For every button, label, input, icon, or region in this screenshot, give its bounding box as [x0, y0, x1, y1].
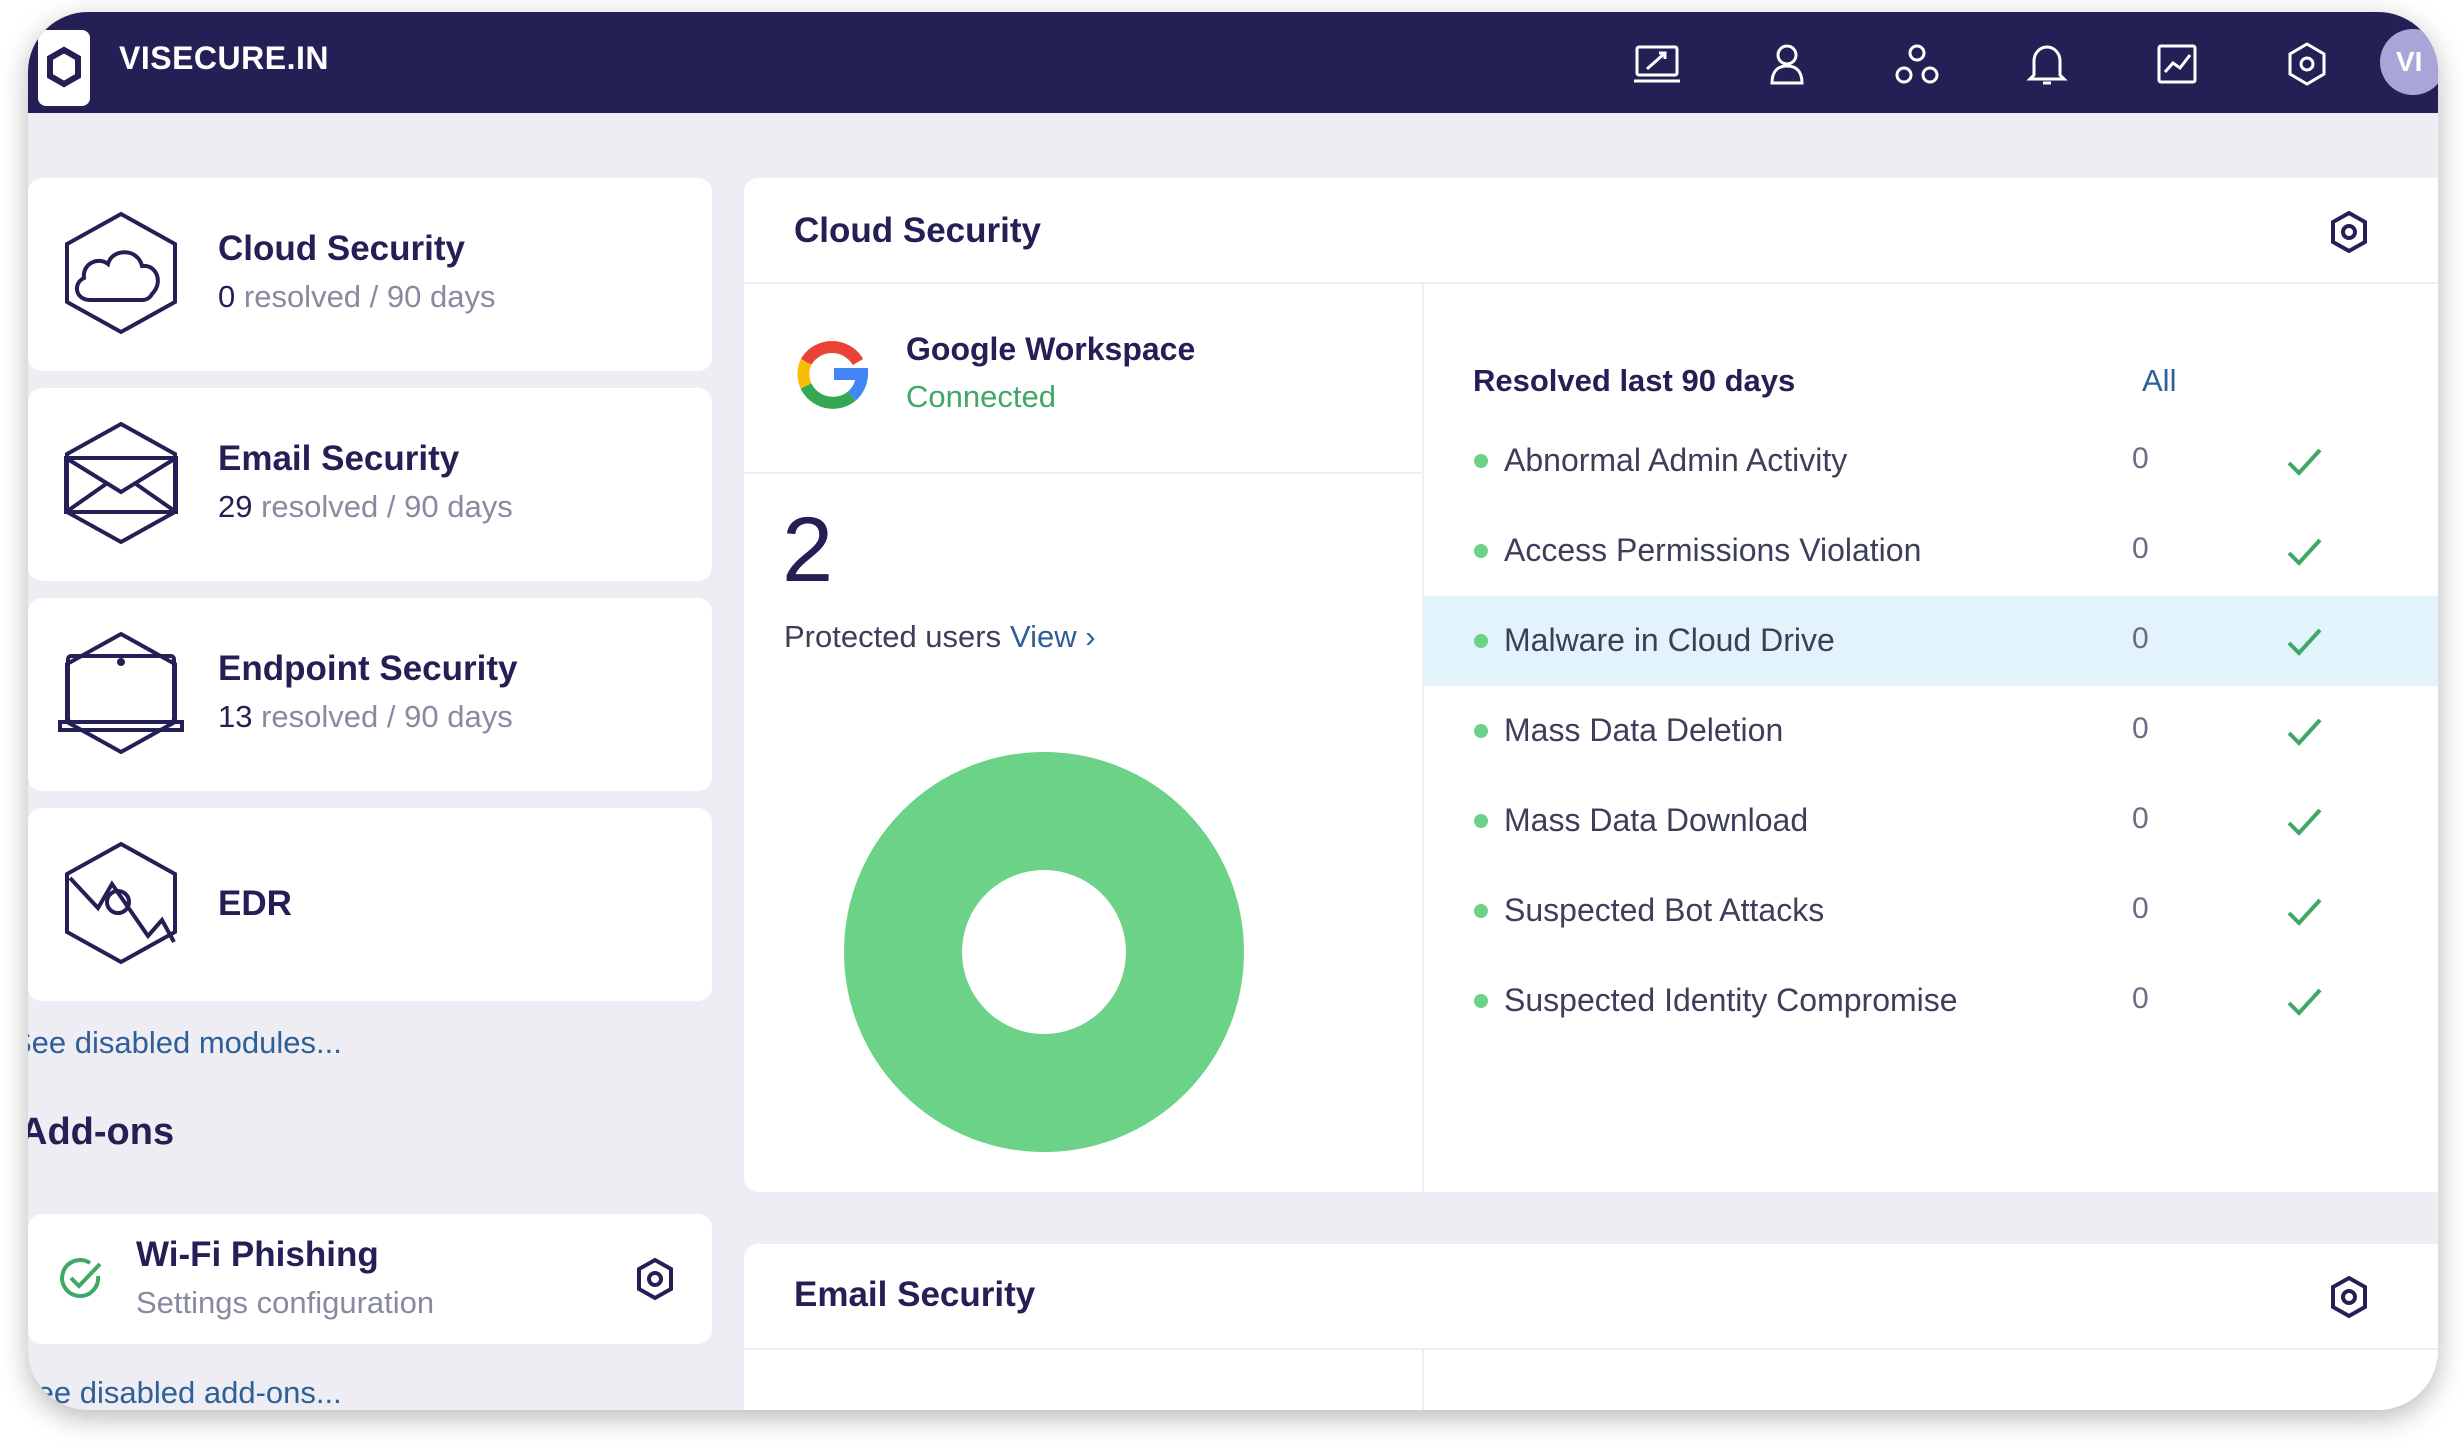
- protected-users-count: 2: [782, 499, 834, 601]
- incident-count: 0: [2132, 982, 2149, 1015]
- protected-users-donut-chart: [844, 752, 1244, 1152]
- google-logo-icon: [797, 340, 868, 409]
- checkmark-icon: [2287, 448, 2322, 476]
- addon-card-wifi-phishing[interactable]: Wi-Fi Phishing Settings configuration: [28, 1214, 712, 1344]
- brand-logo-icon: [38, 30, 90, 106]
- incident-row[interactable]: Access Permissions Violation 0: [1424, 506, 2438, 596]
- incident-count: 0: [2132, 442, 2149, 475]
- envelope-icon: [64, 421, 178, 545]
- check-circle-icon: [60, 1258, 102, 1299]
- incident-label: Suspected Identity Compromise: [1504, 982, 1958, 1018]
- checkmark-icon: [2287, 988, 2322, 1016]
- module-card-edr[interactable]: EDR: [28, 808, 712, 1001]
- top-navigation-bar: VISECURE.IN VI: [28, 12, 2438, 113]
- incident-label: Malware in Cloud Drive: [1504, 622, 1835, 658]
- view-protected-users-link[interactable]: View ›: [1010, 618, 1096, 655]
- incident-count: 0: [2132, 712, 2149, 745]
- all-link[interactable]: All: [2142, 362, 2176, 399]
- incident-row[interactable]: Abnormal Admin Activity 0: [1424, 416, 2438, 506]
- incident-label: Mass Data Download: [1504, 802, 1809, 838]
- protected-users-label: Protected users: [784, 619, 1002, 654]
- checkmark-icon: [2287, 628, 2322, 656]
- cloud-icon: [65, 211, 177, 335]
- panel-title: Cloud Security: [794, 211, 1041, 250]
- incident-row[interactable]: Mass Data Deletion 0: [1424, 686, 2438, 776]
- monitor-icon[interactable]: [1632, 39, 1682, 89]
- module-title: Endpoint Security: [218, 649, 518, 688]
- incident-label: Mass Data Deletion: [1504, 712, 1784, 748]
- status-dot: [1474, 994, 1488, 1008]
- incident-count: 0: [2132, 892, 2149, 925]
- module-title: EDR: [218, 884, 292, 923]
- settings-icon[interactable]: [2282, 39, 2332, 89]
- user-icon[interactable]: [1762, 39, 1812, 89]
- incident-label: Suspected Bot Attacks: [1504, 892, 1825, 928]
- see-disabled-addons-link[interactable]: See disabled add-ons...: [28, 1374, 342, 1410]
- checkmark-icon: [2287, 898, 2322, 926]
- resolved-incident-list: Abnormal Admin Activity 0 Access Permiss…: [1424, 416, 2438, 1056]
- laptop-icon: [58, 631, 184, 755]
- incident-row[interactable]: Mass Data Download 0: [1424, 776, 2438, 866]
- status-dot: [1474, 814, 1488, 828]
- module-card-cloud-security[interactable]: Cloud Security 0 resolved / 90 days: [28, 178, 712, 371]
- status-dot: [1474, 544, 1488, 558]
- addon-subtitle: Settings configuration: [136, 1285, 435, 1320]
- incident-count: 0: [2132, 622, 2149, 655]
- panel-settings-icon[interactable]: [2326, 1274, 2372, 1320]
- incident-label: Access Permissions Violation: [1504, 532, 1922, 568]
- incident-row[interactable]: Suspected Bot Attacks 0: [1424, 866, 2438, 956]
- module-title: Email Security: [218, 439, 460, 478]
- group-icon[interactable]: [1892, 39, 1942, 89]
- addon-title: Wi-Fi Phishing: [136, 1235, 379, 1274]
- addons-heading: Add-ons: [28, 1111, 175, 1153]
- analytics-icon[interactable]: [2152, 39, 2202, 89]
- status-dot: [1474, 634, 1488, 648]
- integration-divider: [744, 472, 1422, 474]
- app-window: VISECURE.IN VI Cloud Security 0 resolved…: [28, 12, 2438, 1410]
- module-resolved-stat: 29 resolved / 90 days: [218, 489, 513, 524]
- user-avatar[interactable]: VI: [2380, 29, 2438, 95]
- panel-divider: [744, 282, 2438, 284]
- module-title: Cloud Security: [218, 229, 465, 268]
- cloud-security-panel: Cloud Security Google Workspace Connecte…: [744, 178, 2438, 1192]
- incident-label: Abnormal Admin Activity: [1504, 442, 1848, 478]
- see-disabled-modules-link[interactable]: See disabled modules...: [28, 1024, 342, 1061]
- checkmark-icon: [2287, 718, 2322, 746]
- incident-row[interactable]: Suspected Identity Compromise 0: [1424, 956, 2438, 1046]
- bell-icon[interactable]: [2022, 39, 2072, 89]
- module-card-endpoint-security[interactable]: Endpoint Security 13 resolved / 90 days: [28, 598, 712, 791]
- checkmark-icon: [2287, 538, 2322, 566]
- incident-count: 0: [2132, 802, 2149, 835]
- incident-row-highlighted[interactable]: Malware in Cloud Drive 0: [1424, 596, 2438, 686]
- resolved-header: Resolved last 90 days: [1473, 363, 1796, 398]
- addon-settings-icon[interactable]: [632, 1256, 678, 1302]
- panel-divider: [744, 1348, 2438, 1350]
- panel-column-divider: [1422, 1348, 1424, 1410]
- module-resolved-stat: 0 resolved / 90 days: [218, 279, 496, 314]
- checkmark-icon: [2287, 808, 2322, 836]
- email-security-panel: Email Security: [744, 1244, 2438, 1410]
- integration-name: Google Workspace: [906, 331, 1196, 367]
- integration-status: Connected: [906, 379, 1056, 414]
- status-dot: [1474, 454, 1488, 468]
- edr-icon: [65, 841, 177, 965]
- panel-settings-icon[interactable]: [2326, 209, 2372, 255]
- module-resolved-stat: 13 resolved / 90 days: [218, 699, 513, 734]
- status-dot: [1474, 724, 1488, 738]
- status-dot: [1474, 904, 1488, 918]
- incident-count: 0: [2132, 532, 2149, 565]
- module-card-email-security[interactable]: Email Security 29 resolved / 90 days: [28, 388, 712, 581]
- panel-title: Email Security: [794, 1275, 1036, 1314]
- brand-name[interactable]: VISECURE.IN: [119, 38, 329, 80]
